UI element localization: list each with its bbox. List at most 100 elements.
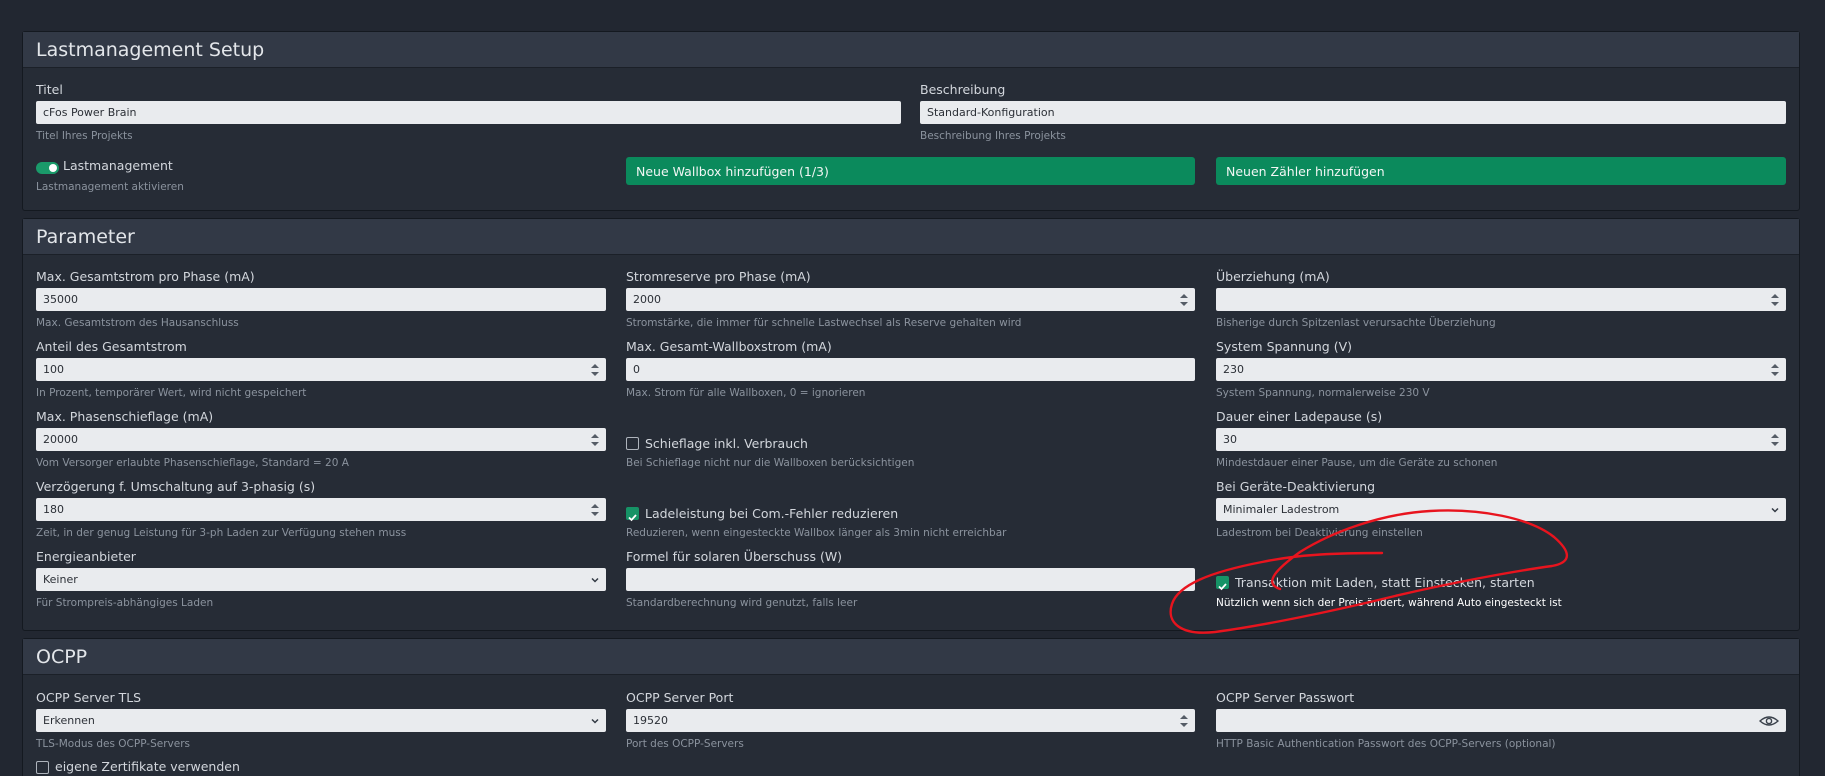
lastmanagement-toggle[interactable] xyxy=(36,162,59,174)
ueberziehung-label: Überziehung (mA) xyxy=(1216,269,1330,284)
system-spannung-value: 230 xyxy=(1223,363,1244,376)
number-stepper-icon[interactable] xyxy=(1771,293,1779,306)
ocpp-passwort-input[interactable] xyxy=(1216,709,1786,732)
energieanbieter-hint: Für Strompreis-abhängiges Laden xyxy=(36,597,214,609)
titel-input-value: cFos Power Brain xyxy=(43,106,137,119)
ocpp-port-input[interactable]: 19520 xyxy=(626,709,1195,732)
phasenschieflage-label: Max. Phasenschieflage (mA) xyxy=(36,409,214,424)
anteil-hint: In Prozent, temporärer Wert, wird nicht … xyxy=(36,387,307,399)
transaktion-checkbox[interactable] xyxy=(1216,576,1229,591)
schieflage-verbrauch-hint: Bei Schieflage nicht nur die Wallboxen b… xyxy=(626,457,915,469)
lastmanagement-label: Lastmanagement xyxy=(63,158,173,173)
chevron-down-icon xyxy=(591,577,599,583)
ocpp-card: OCPP xyxy=(22,638,1800,776)
titel-input[interactable]: cFos Power Brain xyxy=(36,101,901,124)
phasenschieflage-input[interactable]: 20000 xyxy=(36,428,606,451)
max-gesamtstrom-value: 35000 xyxy=(43,293,78,306)
max-wallboxstrom-value: 0 xyxy=(633,363,640,376)
formel-label: Formel für solaren Überschuss (W) xyxy=(626,549,843,564)
number-stepper-icon[interactable] xyxy=(591,433,599,446)
ladepause-hint: Mindestdauer einer Pause, um die Geräte … xyxy=(1216,457,1498,469)
number-stepper-icon[interactable] xyxy=(591,503,599,516)
system-spannung-hint: System Spannung, normalerweise 230 V xyxy=(1216,387,1430,399)
verzoegerung-value: 180 xyxy=(43,503,64,516)
anteil-value: 100 xyxy=(43,363,64,376)
schieflage-verbrauch-label: Schieflage inkl. Verbrauch xyxy=(645,436,808,451)
verzoegerung-label: Verzögerung f. Umschaltung auf 3-phasig … xyxy=(36,479,316,494)
transaktion-hint: Nützlich wenn sich der Preis ändert, wäh… xyxy=(1216,597,1562,609)
beschreibung-label: Beschreibung xyxy=(920,82,1006,97)
deaktivierung-hint: Ladestrom bei Deaktivierung einstellen xyxy=(1216,527,1423,539)
zertifikate-label: eigene Zertifikate verwenden xyxy=(55,759,240,774)
add-meter-button[interactable]: Neuen Zähler hinzufügen xyxy=(1216,157,1786,185)
beschreibung-input[interactable]: Standard-Konfiguration xyxy=(920,101,1786,124)
transaktion-label: Transaktion mit Laden, statt Einstecken,… xyxy=(1235,575,1535,590)
stromreserve-value: 2000 xyxy=(633,293,661,306)
system-spannung-input[interactable]: 230 xyxy=(1216,358,1786,381)
schieflage-verbrauch-checkbox[interactable] xyxy=(626,437,639,450)
ocpp-port-hint: Port des OCPP-Servers xyxy=(626,738,744,750)
number-stepper-icon[interactable] xyxy=(1180,293,1188,306)
zertifikate-checkbox[interactable] xyxy=(36,761,49,774)
max-wallboxstrom-input[interactable]: 0 xyxy=(626,358,1195,381)
ocpp-port-value: 19520 xyxy=(633,714,668,727)
page: Lastmanagement Setup Titel cFos Power Br… xyxy=(0,0,1825,776)
formel-hint: Standardberechnung wird genutzt, falls l… xyxy=(626,597,858,609)
max-wallboxstrom-hint: Max. Strom für alle Wallboxen, 0 = ignor… xyxy=(626,387,866,399)
max-gesamtstrom-hint: Max. Gesamtstrom des Hausanschluss xyxy=(36,317,239,329)
number-stepper-icon[interactable] xyxy=(591,363,599,376)
ocpp-card-title: OCPP xyxy=(23,639,1799,675)
stromreserve-input[interactable]: 2000 xyxy=(626,288,1195,311)
ladeleistung-label: Ladeleistung bei Com.-Fehler reduzieren xyxy=(645,506,899,521)
chevron-down-icon xyxy=(1771,507,1779,513)
ocpp-passwort-hint: HTTP Basic Authentication Passwort des O… xyxy=(1216,738,1556,750)
titel-label: Titel xyxy=(36,82,63,97)
parameter-card-title: Parameter xyxy=(23,219,1799,255)
max-wallboxstrom-label: Max. Gesamt-Wallboxstrom (mA) xyxy=(626,339,832,354)
beschreibung-input-value: Standard-Konfiguration xyxy=(927,106,1055,119)
beschreibung-hint: Beschreibung Ihres Projekts xyxy=(920,130,1066,142)
deaktivierung-value: Minimaler Ladestrom xyxy=(1223,503,1340,516)
add-wallbox-button[interactable]: Neue Wallbox hinzufügen (1/3) xyxy=(626,157,1195,185)
number-stepper-icon[interactable] xyxy=(1180,714,1188,727)
ladeleistung-checkbox[interactable] xyxy=(626,507,639,522)
ladeleistung-hint: Reduzieren, wenn eingesteckte Wallbox lä… xyxy=(626,527,1007,539)
stromreserve-label: Stromreserve pro Phase (mA) xyxy=(626,269,811,284)
max-gesamtstrom-label: Max. Gesamtstrom pro Phase (mA) xyxy=(36,269,255,284)
ueberziehung-input[interactable] xyxy=(1216,288,1786,311)
ocpp-tls-select[interactable]: Erkennen xyxy=(36,709,606,732)
ocpp-tls-label: OCPP Server TLS xyxy=(36,690,142,705)
energieanbieter-value: Keiner xyxy=(43,573,78,586)
setup-card-title: Lastmanagement Setup xyxy=(23,32,1799,68)
chevron-down-icon xyxy=(591,718,599,724)
energieanbieter-select[interactable]: Keiner xyxy=(36,568,606,591)
titel-hint: Titel Ihres Projekts xyxy=(36,130,133,142)
ocpp-port-label: OCPP Server Port xyxy=(626,690,734,705)
ocpp-tls-value: Erkennen xyxy=(43,714,95,727)
phasenschieflage-hint: Vom Versorger erlaubte Phasenschieflage,… xyxy=(36,457,349,469)
ocpp-tls-hint: TLS-Modus des OCPP-Servers xyxy=(36,738,190,750)
system-spannung-label: System Spannung (V) xyxy=(1216,339,1353,354)
ueberziehung-hint: Bisherige durch Spitzenlast verursachte … xyxy=(1216,317,1496,329)
lastmanagement-hint: Lastmanagement aktivieren xyxy=(36,181,184,193)
deaktivierung-label: Bei Geräte-Deaktivierung xyxy=(1216,479,1376,494)
energieanbieter-label: Energieanbieter xyxy=(36,549,136,564)
number-stepper-icon[interactable] xyxy=(1771,433,1779,446)
checkmark-icon xyxy=(1218,583,1227,591)
formel-input[interactable] xyxy=(626,568,1195,591)
phasenschieflage-value: 20000 xyxy=(43,433,78,446)
ladepause-input[interactable]: 30 xyxy=(1216,428,1786,451)
anteil-label: Anteil des Gesamtstrom xyxy=(36,339,187,354)
verzoegerung-hint: Zeit, in der genug Leistung für 3-ph Lad… xyxy=(36,527,407,539)
checkmark-icon xyxy=(628,514,637,522)
ladepause-label: Dauer einer Ladepause (s) xyxy=(1216,409,1383,424)
eye-icon[interactable] xyxy=(1759,715,1779,727)
ocpp-passwort-label: OCPP Server Passwort xyxy=(1216,690,1355,705)
stromreserve-hint: Stromstärke, die immer für schnelle Last… xyxy=(626,317,1022,329)
anteil-input[interactable]: 100 xyxy=(36,358,606,381)
verzoegerung-input[interactable]: 180 xyxy=(36,498,606,521)
ladepause-value: 30 xyxy=(1223,433,1237,446)
max-gesamtstrom-input[interactable]: 35000 xyxy=(36,288,606,311)
deaktivierung-select[interactable]: Minimaler Ladestrom xyxy=(1216,498,1786,521)
number-stepper-icon[interactable] xyxy=(1771,363,1779,376)
